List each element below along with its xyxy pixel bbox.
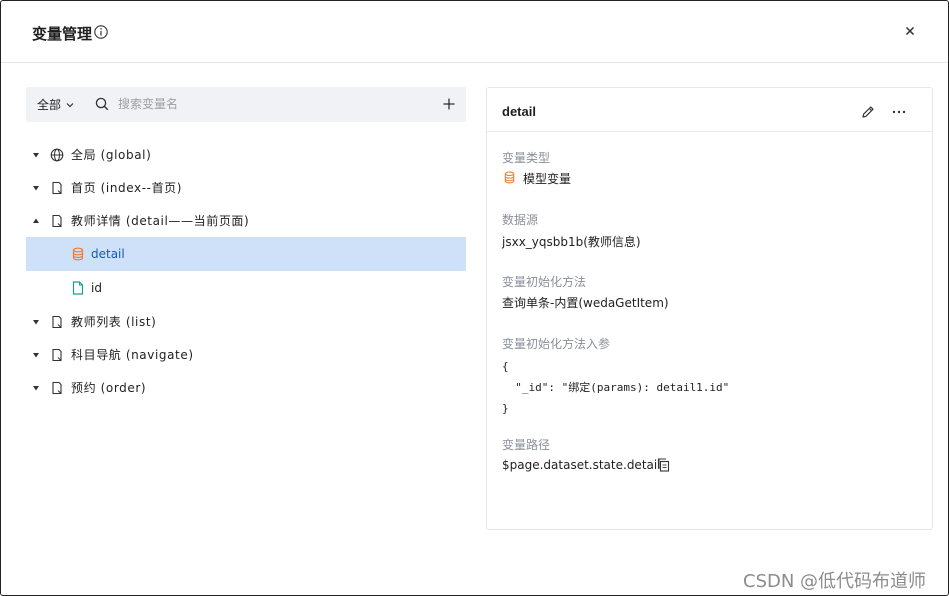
tree-node-label: 科目导航 (navigate) — [71, 348, 194, 362]
database-icon — [504, 171, 515, 184]
tree-node-global[interactable]: 全局 (global) — [26, 138, 466, 171]
close-icon[interactable] — [902, 23, 918, 39]
init-params-label: 变量初始化方法入参 — [502, 337, 611, 351]
caret-down-icon[interactable] — [32, 318, 40, 326]
edit-icon[interactable] — [861, 105, 875, 119]
chevron-down-icon — [66, 102, 74, 107]
tree-node-label: 首页 (index--首页) — [71, 181, 183, 195]
tree-node-label: detail — [91, 247, 125, 261]
info-icon[interactable] — [94, 25, 108, 39]
variable-manager-dialog: 变量管理 全部 搜索变量名 全局 (global) 首页 (index--首页)… — [0, 0, 949, 596]
init-method-label: 变量初始化方法 — [502, 275, 587, 289]
caret-down-icon[interactable] — [32, 351, 40, 359]
tree-node-label: 全局 (global) — [71, 148, 152, 162]
copy-icon[interactable] — [657, 458, 670, 472]
variable-tree: 全局 (global) 首页 (index--首页) 教师详情 (detail—… — [26, 138, 466, 404]
scope-select[interactable]: 全部 — [37, 96, 75, 113]
tree-node-order[interactable]: 预约 (order) — [26, 371, 466, 404]
page-icon — [52, 381, 62, 394]
caret-down-icon[interactable] — [32, 384, 40, 392]
search-input[interactable] — [118, 93, 418, 115]
data-source-label: 数据源 — [502, 213, 539, 227]
watermark: CSDN @低代码布道师 — [743, 571, 927, 592]
tree-node-label: 教师列表 (list) — [71, 315, 157, 329]
variable-type-label: 变量类型 — [502, 151, 551, 165]
page-icon — [52, 214, 62, 227]
variable-path-label: 变量路径 — [502, 438, 551, 452]
variable-path-value: $page.dataset.state.detail — [502, 458, 661, 472]
file-icon — [72, 281, 84, 295]
tree-node-id-variable[interactable]: id — [26, 271, 466, 305]
caret-down-icon[interactable] — [32, 184, 40, 192]
tree-node-label: 预约 (order) — [71, 381, 147, 395]
tree-node-detail-variable[interactable]: detail — [26, 237, 466, 271]
tree-node-label: id — [91, 281, 102, 295]
variable-type-value: 模型变量 — [523, 172, 572, 186]
add-variable-icon[interactable] — [442, 97, 456, 111]
detail-title: detail — [502, 104, 536, 119]
more-icon[interactable] — [891, 104, 907, 120]
tree-node-navigate[interactable]: 科目导航 (navigate) — [26, 338, 466, 371]
caret-up-icon[interactable] — [32, 217, 40, 225]
tree-node-index[interactable]: 首页 (index--首页) — [26, 171, 466, 204]
page-icon — [52, 181, 62, 194]
variable-toolbar: 全部 — [26, 87, 466, 122]
database-icon — [72, 247, 84, 261]
caret-down-icon[interactable] — [32, 151, 40, 159]
data-source-value: jsxx_yqsbb1b(教师信息) — [502, 235, 641, 249]
init-method-value: 查询单条-内置(wedaGetItem) — [502, 296, 669, 310]
dialog-title: 变量管理 — [32, 25, 93, 43]
detail-header: detail — [487, 88, 932, 132]
search-icon — [95, 97, 109, 111]
scope-select-value: 全部 — [37, 98, 62, 112]
tree-node-label: 教师详情 (detail——当前页面) — [71, 214, 250, 228]
page-icon — [52, 315, 62, 328]
tree-node-list[interactable]: 教师列表 (list) — [26, 305, 466, 338]
init-params-code: { "_id": "绑定(params): detail1.id" } — [502, 360, 730, 415]
tree-node-detail-page[interactable]: 教师详情 (detail——当前页面) — [26, 204, 466, 237]
globe-icon — [50, 148, 64, 161]
page-icon — [52, 348, 62, 361]
variable-detail-panel: detail 变量类型 模型变量 数据源 jsxx_yqsbb1b(教师信息) … — [486, 87, 933, 530]
dialog-header: 变量管理 — [1, 1, 948, 63]
